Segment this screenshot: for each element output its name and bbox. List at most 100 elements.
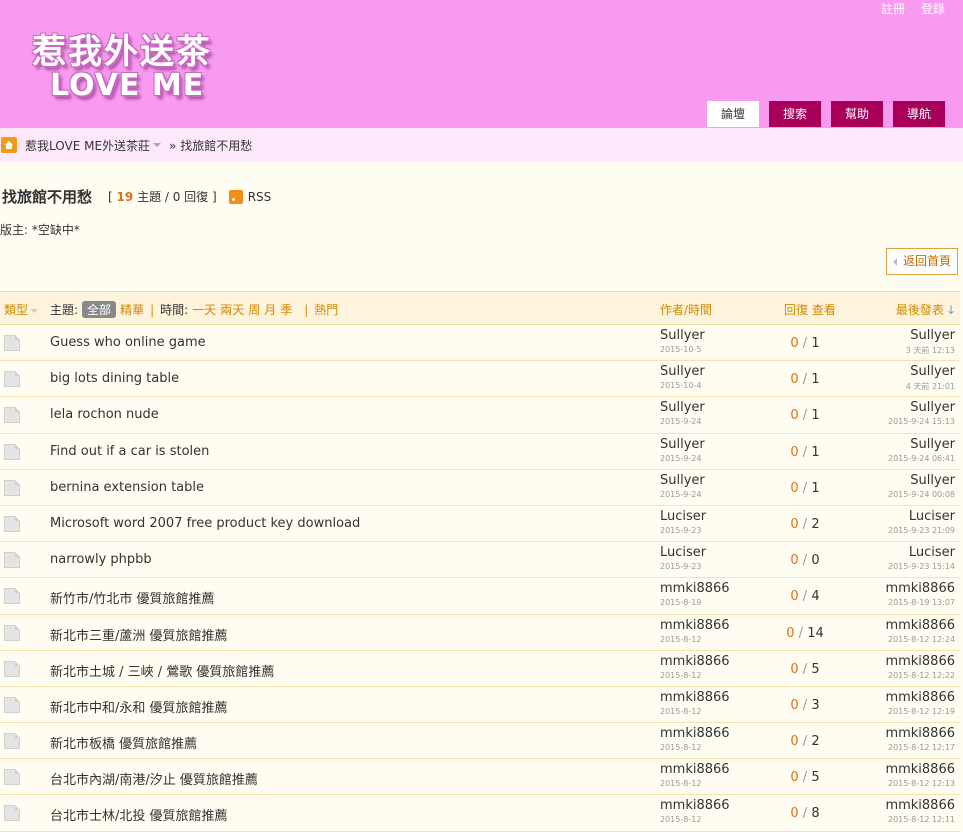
last-post-user[interactable]: Luciser: [909, 509, 955, 524]
thread-date: 2015-8-12: [660, 634, 702, 644]
register-link[interactable]: 註冊: [881, 0, 905, 17]
last-post-time[interactable]: 2015-9-24 06:41: [888, 454, 955, 463]
thread-title[interactable]: Microsoft word 2007 free product key dow…: [50, 516, 360, 531]
reply-count: 0: [790, 770, 799, 786]
thread-title[interactable]: Guess who online game: [50, 335, 206, 350]
nav-item[interactable]: 幫助: [830, 101, 883, 127]
breadcrumb-site[interactable]: 惹我LOVE ME外送茶莊: [25, 137, 150, 154]
thread-author[interactable]: mmki8866: [660, 581, 730, 596]
last-post-user[interactable]: mmki8866: [885, 726, 955, 741]
filter-time-month[interactable]: 月: [264, 301, 276, 318]
count-separator: /: [798, 734, 812, 750]
last-post-user[interactable]: Sullyer: [910, 364, 955, 379]
main-nav: 論壇 搜索 幫助 導航: [697, 101, 945, 127]
thread-author[interactable]: mmki8866: [660, 690, 730, 705]
last-post-user[interactable]: mmki8866: [885, 798, 955, 813]
sort-author-time[interactable]: 作者/時間: [660, 301, 712, 318]
view-count: 1: [811, 480, 820, 496]
thread-author[interactable]: Luciser: [660, 545, 706, 560]
last-post-user[interactable]: mmki8866: [885, 654, 955, 669]
thread-author[interactable]: Luciser: [660, 509, 706, 524]
filter-time-season[interactable]: 季: [280, 301, 292, 318]
site-logo[interactable]: 惹我外送茶 LOVE ME: [28, 24, 218, 108]
thread-author[interactable]: mmki8866: [660, 762, 730, 777]
thread-title[interactable]: 台北市內湖/南港/汐止 優質旅館推薦: [50, 769, 258, 788]
reply-count: 0: [790, 444, 799, 460]
type-filter[interactable]: 類型: [4, 301, 39, 318]
thread-author[interactable]: mmki8866: [660, 654, 730, 669]
last-post-user[interactable]: Sullyer: [910, 437, 955, 452]
view-count: 3: [811, 697, 820, 713]
sort-last-post[interactable]: 最後發表 ↓: [896, 301, 956, 318]
last-post-time[interactable]: 2015-9-23 15:14: [888, 562, 955, 571]
last-post-user[interactable]: Sullyer: [910, 328, 955, 343]
last-post-user[interactable]: Sullyer: [910, 473, 955, 488]
nav-item[interactable]: 論壇: [706, 101, 759, 127]
thread-title[interactable]: lela rochon nude: [50, 407, 159, 422]
thread-title[interactable]: 新竹市/竹北市 優質旅館推薦: [50, 588, 215, 607]
filter-all[interactable]: 全部: [82, 301, 117, 318]
filter-digest[interactable]: 精華: [120, 301, 144, 318]
filter-time-week[interactable]: 周: [248, 301, 260, 318]
thread-author[interactable]: mmki8866: [660, 798, 730, 813]
thread-title[interactable]: 台北市士林/北投 優質旅館推薦: [50, 805, 228, 824]
thread-title[interactable]: narrowly phpbb: [50, 552, 152, 567]
last-post-time[interactable]: 2015-8-12 12:17: [888, 743, 955, 752]
table-row: 新北市板橋 優質旅館推薦 mmki8866 2015-8-12 0 / 2 mmki88…: [0, 723, 960, 760]
thread-author[interactable]: Sullyer: [660, 473, 705, 488]
back-home-button[interactable]: 返回首頁: [885, 248, 958, 275]
thread-title[interactable]: 新北市中和/永和 優質旅館推薦: [50, 697, 228, 716]
last-post-user[interactable]: Sullyer: [910, 400, 955, 415]
thread-title[interactable]: big lots dining table: [50, 371, 179, 386]
last-post-user[interactable]: mmki8866: [885, 581, 955, 596]
filter-time-1d[interactable]: 一天: [192, 301, 216, 318]
thread-table-header: 類型 主題: 全部 精華 | 時間: 一天 兩天 周 月 季 | 熱門 作者/時…: [0, 291, 960, 325]
thread-title[interactable]: 新北市板橋 優質旅館推薦: [50, 733, 197, 752]
last-post-user[interactable]: Luciser: [909, 545, 955, 560]
home-icon[interactable]: [1, 137, 17, 153]
last-post-user[interactable]: mmki8866: [885, 762, 955, 777]
nav-item[interactable]: 搜索: [768, 101, 821, 127]
thread-author[interactable]: Sullyer: [660, 364, 705, 379]
document-icon: [4, 407, 20, 424]
thread-title[interactable]: Find out if a car is stolen: [50, 444, 209, 459]
thread-author[interactable]: mmki8866: [660, 618, 730, 633]
last-post-time[interactable]: 2015-8-19 13:07: [888, 598, 955, 607]
last-post-time[interactable]: 2015-9-24 00:08: [888, 490, 955, 499]
thread-author[interactable]: Sullyer: [660, 328, 705, 343]
view-count: 0: [811, 553, 820, 569]
thread-title[interactable]: bernina extension table: [50, 480, 204, 495]
thread-title[interactable]: 新北市土城 / 三峽 / 鶯歌 優質旅館推薦: [50, 661, 274, 680]
count-separator: /: [798, 372, 812, 388]
table-row: 台北市士林/北投 優質旅館推薦 mmki8866 2015-8-12 0 / 8 mmk…: [0, 795, 960, 832]
thread-author[interactable]: Sullyer: [660, 400, 705, 415]
reply-count: 0: [790, 697, 799, 713]
reply-count: 0: [790, 480, 799, 496]
chevron-down-icon[interactable]: [153, 143, 162, 147]
filter-hot[interactable]: 熱門: [314, 301, 338, 318]
count-separator: /: [798, 336, 812, 351]
last-post-user[interactable]: mmki8866: [885, 618, 955, 633]
last-post-time[interactable]: 2015-8-12 12:22: [888, 671, 955, 680]
reply-view-count: 0 / 5: [770, 662, 840, 677]
view-count: 2: [811, 734, 820, 750]
last-post-time[interactable]: 2015-8-12 12:11: [888, 815, 955, 824]
last-post-time[interactable]: 2015-9-24 15:13: [888, 417, 955, 426]
count-separator: /: [798, 480, 812, 496]
last-post-time[interactable]: 4 天前 21:01: [906, 381, 955, 392]
last-post-time[interactable]: 2015-8-12 12:19: [888, 707, 955, 716]
last-post-time[interactable]: 2015-9-23 21:09: [888, 526, 955, 535]
sort-replies-views[interactable]: 回復 查看: [784, 301, 836, 318]
last-post-user[interactable]: mmki8866: [885, 690, 955, 705]
table-row: narrowly phpbb Luciser 2015-9-23 0 / 0 Lucis…: [0, 542, 960, 579]
rss-link[interactable]: RSS: [228, 189, 271, 204]
last-post-time[interactable]: 2015-8-12 12:24: [888, 635, 955, 644]
last-post-time[interactable]: 2015-8-12 12:13: [888, 779, 955, 788]
login-link[interactable]: 登錄: [921, 0, 945, 17]
thread-title[interactable]: 新北市三重/蘆洲 優質旅館推薦: [50, 625, 228, 644]
nav-item[interactable]: 導航: [892, 101, 945, 127]
thread-author[interactable]: mmki8866: [660, 726, 730, 741]
last-post-time[interactable]: 3 天前 12:13: [906, 345, 955, 356]
filter-time-2d[interactable]: 兩天: [220, 301, 244, 318]
thread-author[interactable]: Sullyer: [660, 437, 705, 452]
